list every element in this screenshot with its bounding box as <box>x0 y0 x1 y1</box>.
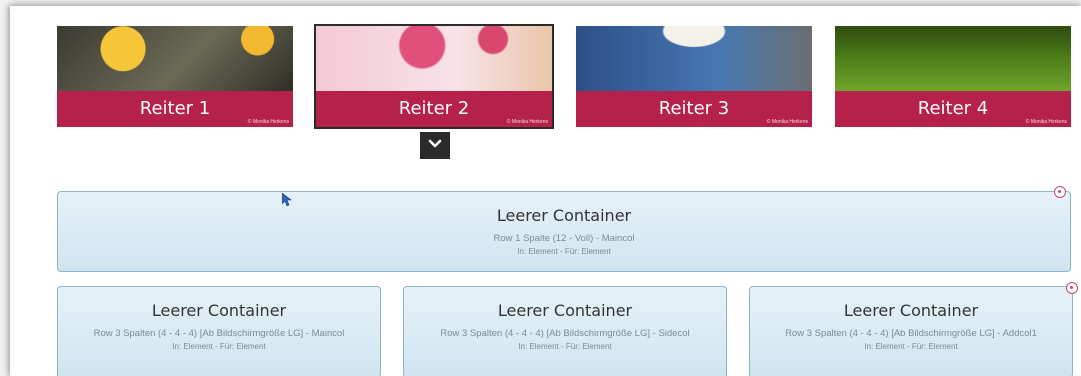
tab-bar: Reiter 2 © Monika Herkens <box>316 91 552 127</box>
container-title: Leerer Container <box>151 301 287 320</box>
container-description: Row 3 Spalten (4 - 4 - 4) [Ab Bildschirm… <box>93 328 345 339</box>
tab-bar: Reiter 3 © Monika Herkens <box>576 91 812 127</box>
container-description: Row 3 Spalten (4 - 4 - 4) [Ab Bildschirm… <box>785 328 1037 339</box>
tab-image-flower-yellow <box>57 26 293 91</box>
container-title: Leerer Container <box>497 301 633 320</box>
tab-image-grass <box>835 26 1071 91</box>
page-canvas: Reiter 1 © Monika Herkens Reiter 2 © Mon… <box>10 6 1081 376</box>
target-icon[interactable] <box>1054 186 1066 198</box>
container-title: Leerer Container <box>496 206 632 225</box>
image-credit: © Monika Herkens <box>506 119 548 125</box>
tab-label: Reiter 2 <box>398 98 470 119</box>
tab-image-blossom-pink <box>316 26 552 91</box>
tab-reiter-4[interactable]: Reiter 4 © Monika Herkens <box>835 26 1071 127</box>
tab-image-blossom-white <box>576 26 812 91</box>
container-meta: In: Element - Für: Element <box>517 247 611 256</box>
tab-label: Reiter 3 <box>658 98 730 119</box>
tab-label: Reiter 1 <box>139 98 211 119</box>
tab-bar: Reiter 1 © Monika Herkens <box>57 91 293 127</box>
empty-container-full-width[interactable]: Leerer Container Row 1 Spalte (12 - Voll… <box>57 191 1071 272</box>
target-icon[interactable] <box>1066 282 1078 294</box>
container-title: Leerer Container <box>843 301 979 320</box>
container-description: Row 1 Spalte (12 - Voll) - Maincol <box>493 233 635 244</box>
mouse-pointer-icon <box>282 193 292 207</box>
empty-container-sidecol[interactable]: Leerer Container Row 3 Spalten (4 - 4 - … <box>403 286 727 376</box>
container-meta: In: Element - Für: Element <box>864 342 958 351</box>
tab-reiter-3[interactable]: Reiter 3 © Monika Herkens <box>576 26 812 127</box>
image-credit: © Monika Herkens <box>247 119 289 125</box>
container-meta: In: Element - Für: Element <box>518 342 612 351</box>
tab-reiter-2[interactable]: Reiter 2 © Monika Herkens <box>314 24 554 129</box>
empty-container-maincol[interactable]: Leerer Container Row 3 Spalten (4 - 4 - … <box>57 286 381 376</box>
tab-label: Reiter 4 <box>917 98 989 119</box>
container-description: Row 3 Spalten (4 - 4 - 4) [Ab Bildschirm… <box>440 328 690 339</box>
chevron-down-icon <box>428 139 442 148</box>
expand-tab-button[interactable] <box>420 132 450 159</box>
container-meta: In: Element - Für: Element <box>172 342 266 351</box>
image-credit: © Monika Herkens <box>766 119 808 125</box>
tab-reiter-1[interactable]: Reiter 1 © Monika Herkens <box>57 26 293 127</box>
image-credit: © Monika Herkens <box>1025 119 1067 125</box>
empty-container-addcol1[interactable]: Leerer Container Row 3 Spalten (4 - 4 - … <box>749 286 1073 376</box>
tab-bar: Reiter 4 © Monika Herkens <box>835 91 1071 127</box>
